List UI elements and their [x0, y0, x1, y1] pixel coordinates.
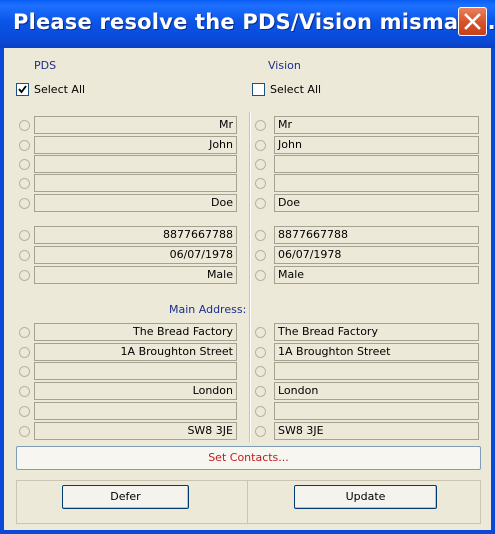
pds-field-radio[interactable] — [19, 140, 30, 151]
vision-field-value: Mr — [274, 116, 479, 134]
pds-field-value — [34, 362, 237, 380]
vision-field-value: SW8 3JE — [274, 422, 479, 440]
close-icon — [464, 13, 481, 30]
pds-field-value: Doe — [34, 194, 237, 212]
defer-button[interactable]: Defer — [62, 485, 189, 509]
vision-field-radio[interactable] — [255, 426, 266, 437]
pds-field-value: 1A Broughton Street — [34, 343, 237, 361]
vision-field-value: 8877667788 — [274, 226, 479, 244]
vision-field-value — [274, 174, 479, 192]
vision-field-radio[interactable] — [255, 270, 266, 281]
main-address-label: Main Address: — [169, 303, 247, 316]
vision-select-all-label: Select All — [270, 83, 322, 96]
vision-field-radio[interactable] — [255, 120, 266, 131]
dialog-body: PDS Vision Select All Select All Main Ad… — [4, 48, 491, 530]
vision-field-radio[interactable] — [255, 230, 266, 241]
pds-field-radio[interactable] — [19, 120, 30, 131]
vision-field-radio[interactable] — [255, 140, 266, 151]
vision-field-value — [274, 155, 479, 173]
pds-field-radio[interactable] — [19, 386, 30, 397]
pds-field-radio[interactable] — [19, 159, 30, 170]
pds-field-radio[interactable] — [19, 406, 30, 417]
pds-field-radio[interactable] — [19, 250, 30, 261]
pds-field-radio[interactable] — [19, 347, 30, 358]
pds-field-value: Mr — [34, 116, 237, 134]
pds-field-value — [34, 155, 237, 173]
pds-field-value: The Bread Factory — [34, 323, 237, 341]
pds-field-radio[interactable] — [19, 366, 30, 377]
title-bar[interactable]: Please resolve the PDS/Vision mismatc… — [0, 0, 495, 48]
vision-select-all-checkbox[interactable] — [252, 83, 265, 96]
pds-field-value: 8877667788 — [34, 226, 237, 244]
pds-field-value: Male — [34, 266, 237, 284]
vision-field-value: The Bread Factory — [274, 323, 479, 341]
pds-field-radio[interactable] — [19, 270, 30, 281]
update-button[interactable]: Update — [294, 485, 437, 509]
vision-field-radio[interactable] — [255, 406, 266, 417]
vision-field-radio[interactable] — [255, 198, 266, 209]
pds-field-radio[interactable] — [19, 426, 30, 437]
vision-field-radio[interactable] — [255, 386, 266, 397]
pds-field-radio[interactable] — [19, 198, 30, 209]
vision-field-radio[interactable] — [255, 178, 266, 189]
vision-field-radio[interactable] — [255, 159, 266, 170]
pds-field-value: John — [34, 136, 237, 154]
vision-field-value: 1A Broughton Street — [274, 343, 479, 361]
close-button[interactable] — [458, 7, 487, 36]
pds-field-value — [34, 174, 237, 192]
pds-field-radio[interactable] — [19, 327, 30, 338]
pds-field-radio[interactable] — [19, 178, 30, 189]
set-contacts-button[interactable]: Set Contacts... — [16, 446, 481, 470]
vision-field-radio[interactable] — [255, 347, 266, 358]
pds-field-value: London — [34, 382, 237, 400]
vision-field-value: Doe — [274, 194, 479, 212]
checkmark-icon — [18, 85, 27, 94]
dialog-window: Please resolve the PDS/Vision mismatc… P… — [0, 0, 495, 534]
vision-field-value — [274, 402, 479, 420]
vision-field-radio[interactable] — [255, 250, 266, 261]
vision-field-value: John — [274, 136, 479, 154]
pds-field-value: 06/07/1978 — [34, 246, 237, 264]
vision-field-radio[interactable] — [255, 366, 266, 377]
vision-field-value: London — [274, 382, 479, 400]
pds-select-all-label: Select All — [34, 83, 86, 96]
vision-field-value — [274, 362, 479, 380]
button-group-divider — [247, 480, 248, 524]
column-divider — [249, 112, 251, 442]
vision-field-radio[interactable] — [255, 327, 266, 338]
window-title: Please resolve the PDS/Vision mismatc… — [13, 10, 495, 34]
vision-field-value: Male — [274, 266, 479, 284]
pds-field-radio[interactable] — [19, 230, 30, 241]
pds-field-value — [34, 402, 237, 420]
pds-select-all-checkbox[interactable] — [16, 83, 29, 96]
pds-field-value: SW8 3JE — [34, 422, 237, 440]
vision-field-value: 06/07/1978 — [274, 246, 479, 264]
pds-header: PDS — [34, 59, 57, 72]
vision-header: Vision — [268, 59, 301, 72]
